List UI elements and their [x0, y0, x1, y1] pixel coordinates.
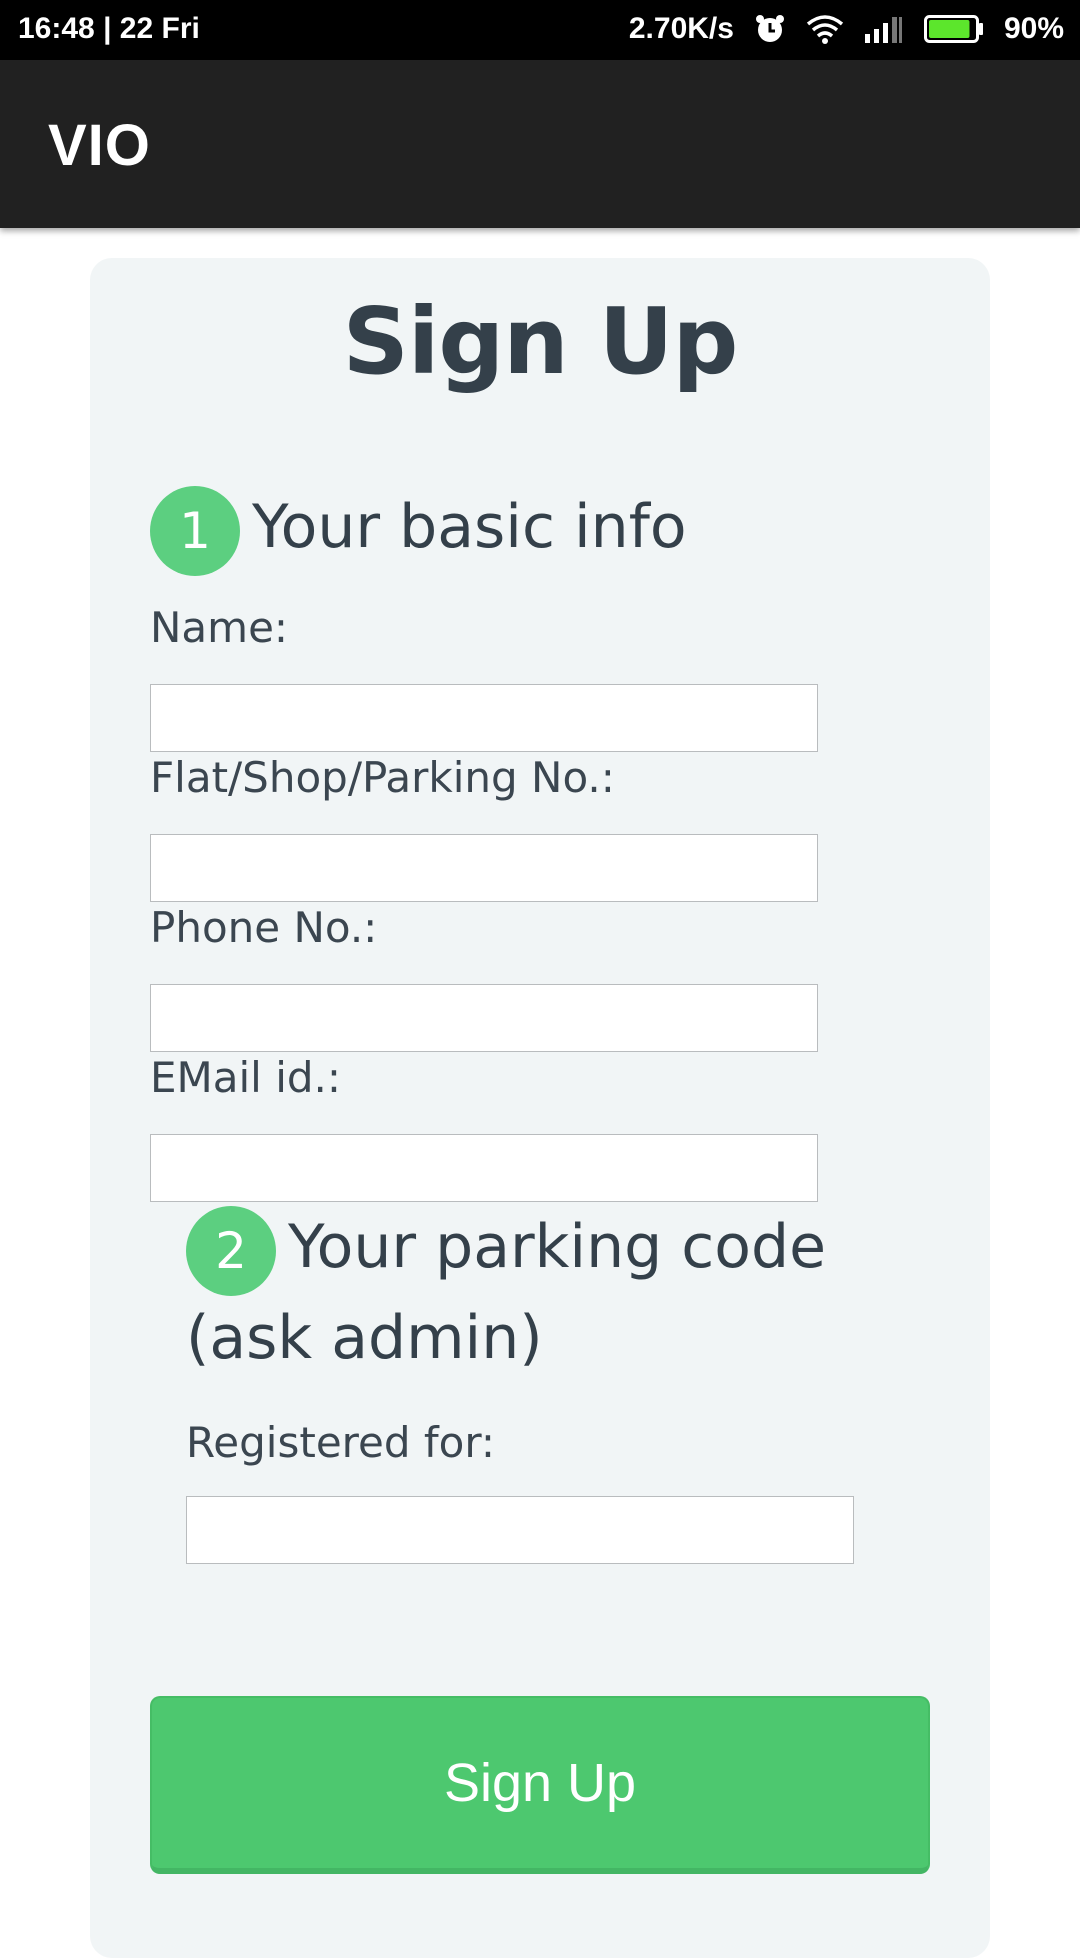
app-title: VIO — [48, 113, 151, 178]
registered-for-input[interactable] — [186, 1496, 854, 1564]
battery-icon — [923, 14, 984, 44]
name-label: Name: — [150, 603, 289, 652]
status-indicators: 2.70K/s 90% — [609, 12, 1064, 46]
step-2-badge: 2 — [186, 1206, 276, 1296]
network-speed: 2.70K/s — [628, 12, 734, 45]
step-2-title-line1: Your parking code — [288, 1212, 826, 1282]
battery-percent: 90% — [1003, 12, 1064, 45]
phone-label: Phone No.: — [150, 903, 378, 952]
signup-card: Sign Up 1 Your basic info Name: Flat/Sho… — [90, 258, 990, 1958]
step-1-title: Your basic info — [252, 492, 687, 562]
email-label: EMail id.: — [150, 1053, 342, 1102]
sign-up-button[interactable]: Sign Up — [150, 1696, 930, 1874]
status-time-date: 16:48 | 22 Fri — [18, 12, 200, 45]
flat-shop-parking-label: Flat/Shop/Parking No.: — [150, 753, 615, 802]
phone-input[interactable] — [150, 984, 818, 1052]
flat-shop-parking-input[interactable] — [150, 834, 818, 902]
page-title: Sign Up — [342, 288, 739, 395]
alarm-icon — [754, 13, 786, 45]
signal-icon — [864, 14, 904, 44]
step-1-badge: 1 — [150, 486, 240, 576]
step-2-title-line2: (ask admin) — [186, 1303, 543, 1373]
app-bar: VIO — [0, 60, 1080, 228]
wifi-icon — [806, 14, 844, 44]
email-input[interactable] — [150, 1134, 818, 1202]
registered-for-label: Registered for: — [186, 1418, 496, 1467]
status-bar: 16:48 | 22 Fri 2.70K/s 90% — [0, 0, 1080, 60]
name-input[interactable] — [150, 684, 818, 752]
